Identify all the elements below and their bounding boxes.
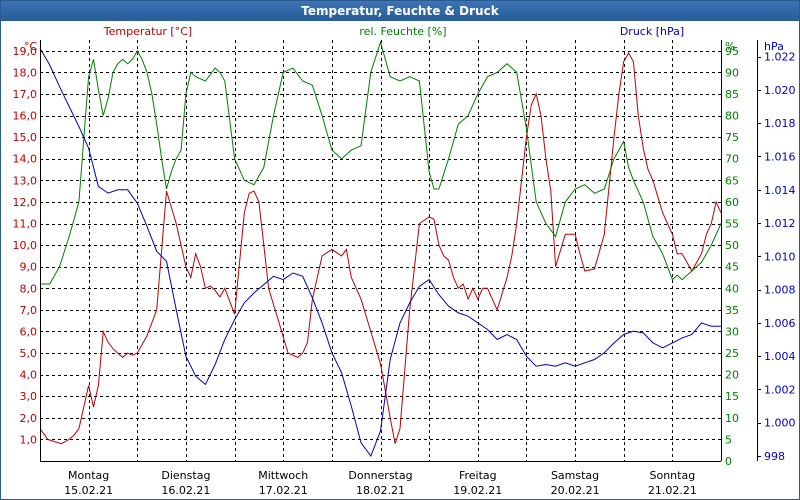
axis-title-pressure: Druck [hPa] [620,25,684,38]
x-tick-label-date: 21.02.21 [648,484,697,497]
series-line-humidity [40,40,722,285]
grid [40,40,721,461]
x-tick-label-date: 19.02.21 [453,484,502,497]
tick-label-temperature: 5,0 [20,347,38,360]
tick-label-humidity: 0 [725,455,732,468]
tick-label-temperature: 11,0 [13,218,38,231]
x-tick-label-day: Donnerstag [348,469,412,482]
tick-label-humidity: 75 [725,131,739,144]
tick-label-temperature: 13,0 [13,174,38,187]
tick-label-humidity: 50 [725,239,739,252]
tick-label-temperature: 3,0 [20,390,38,403]
axis-title-humidity: rel. Feuchte [%] [359,25,446,38]
axis-unit-humidity: % [725,40,735,53]
tick-label-temperature: 10,0 [13,239,38,252]
x-tick-label-date: 15.02.21 [64,484,113,497]
tick-label-temperature: 8,0 [20,282,38,295]
tick-label-temperature: 17,0 [13,88,38,101]
tick-label-pressure: 1.020 [764,84,796,97]
tick-label-humidity: 5 [725,433,732,446]
tick-label-humidity: 85 [725,88,739,101]
axis-labels: 1,0 2,0 3,0 4,0 5,0 6,0 7,0 8,0 9,0 10,0 11,0 12,0 1… [13,25,796,497]
tick-label-humidity: 25 [725,347,739,360]
tick-label-pressure: 998 [764,450,785,463]
tick-label-pressure: 1.018 [764,117,796,130]
tick-label-temperature: 7,0 [20,304,38,317]
x-tick-label-date: 17.02.21 [259,484,308,497]
tick-label-temperature: 9,0 [20,261,38,274]
tick-label-temperature: 1,0 [20,433,38,446]
tick-label-humidity: 35 [725,304,739,317]
x-tick-label-day: Dienstag [161,469,210,482]
tick-label-temperature: 16,0 [13,110,38,123]
tick-label-humidity: 10 [725,412,739,425]
tick-label-temperature: 18,0 [13,66,38,79]
axis-unit-pressure: hPa [764,40,784,53]
axis-unit-temperature: °C [24,40,38,53]
tick-label-humidity: 15 [725,390,739,403]
x-tick-label-day: Montag [68,469,109,482]
tick-label-humidity: 80 [725,110,739,123]
series-line-pressure [39,48,721,458]
tick-label-pressure: 1.010 [764,250,796,263]
x-tick-label-day: Freitag [459,469,497,482]
x-tick-label-day: Samstag [551,469,599,482]
tick-label-temperature: 15,0 [13,131,38,144]
tick-label-pressure: 1.004 [764,350,796,363]
tick-label-humidity: 60 [725,196,739,209]
tick-label-humidity: 65 [725,174,739,187]
tick-label-humidity: 30 [725,325,739,338]
series-line-temperature [39,51,722,445]
x-tick-label-date: 20.02.21 [551,484,600,497]
tick-label-temperature: 2,0 [20,412,38,425]
axis-title-temperature: Temperatur [°C] [103,25,192,38]
tick-label-temperature: 14,0 [13,153,38,166]
tick-label-humidity: 40 [725,282,739,295]
tick-label-temperature: 12,0 [13,196,38,209]
tick-label-temperature: 6,0 [20,325,38,338]
series-lines [39,40,722,458]
tick-label-pressure: 1.008 [764,284,796,297]
tick-label-pressure: 1.006 [764,317,796,330]
tick-label-pressure: 1.014 [764,184,796,197]
x-tick-label-date: 18.02.21 [356,484,405,497]
tick-label-humidity: 70 [725,153,739,166]
x-tick-label-day: Mittwoch [258,469,308,482]
tick-label-pressure: 1.000 [764,417,796,430]
tick-label-humidity: 55 [725,218,739,231]
weather-chart: 1,0 2,0 3,0 4,0 5,0 6,0 7,0 8,0 9,0 10,0 11,0 12,0 1… [13,25,796,497]
tick-label-humidity: 45 [725,261,739,274]
tick-label-temperature: 4,0 [20,369,38,382]
tick-label-pressure: 1.016 [764,150,796,163]
x-tick-label-date: 16.02.21 [161,484,210,497]
tick-label-pressure: 1.002 [764,383,796,396]
tick-label-humidity: 20 [725,369,739,382]
axes [40,40,761,462]
tick-label-humidity: 90 [725,66,739,79]
x-tick-label-day: Sonntag [650,469,696,482]
tick-label-pressure: 1.012 [764,217,796,230]
